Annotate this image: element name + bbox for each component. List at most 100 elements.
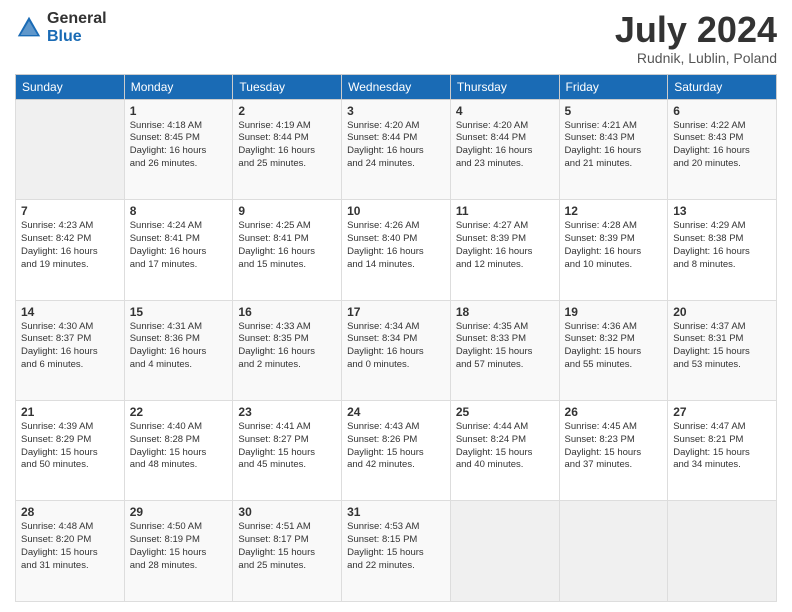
day-number: 16 [238, 305, 336, 319]
day-cell: 4 Sunrise: 4:20 AM Sunset: 8:44 PM Daylig… [450, 99, 559, 199]
day-number: 12 [565, 204, 663, 218]
day-number: 23 [238, 405, 336, 419]
day-cell: 13Sunrise: 4:29 AM Sunset: 8:38 PM Dayli… [668, 200, 777, 300]
day-cell: 26Sunrise: 4:45 AM Sunset: 8:23 PM Dayli… [559, 401, 668, 501]
day-info: Sunrise: 4:18 AM Sunset: 8:45 PM Dayligh… [130, 120, 228, 171]
day-cell: 29Sunrise: 4:50 AM Sunset: 8:19 PM Dayli… [124, 501, 233, 602]
col-header-wednesday: Wednesday [342, 74, 451, 99]
day-cell: 14 Sunrise: 4:30 AM Sunset: 8:37 PM Dayli… [16, 300, 125, 400]
day-info: Sunrise: 4:30 AM Sunset: 8:37 PM Dayligh… [21, 321, 119, 372]
day-info: Sunrise: 4:45 AM Sunset: 8:23 PM Dayligh… [565, 421, 663, 472]
day-number: 25 [456, 405, 554, 419]
day-cell: 17 Sunrise: 4:34 AM Sunset: 8:34 PM Dayli… [342, 300, 451, 400]
day-cell: 31 Sunrise: 4:53 AM Sunset: 8:15 PM Dayli… [342, 501, 451, 602]
col-header-friday: Friday [559, 74, 668, 99]
day-info: Sunrise: 4:33 AM Sunset: 8:35 PM Dayligh… [238, 321, 336, 372]
week-row-2: 7 Sunrise: 4:23 AM Sunset: 8:42 PM Daylig… [16, 200, 777, 300]
location: Rudnik, Lublin, Poland [615, 50, 777, 66]
day-cell: 16 Sunrise: 4:33 AM Sunset: 8:35 PM Dayli… [233, 300, 342, 400]
day-info: Sunrise: 4:51 AM Sunset: 8:17 PM Dayligh… [238, 521, 336, 572]
day-cell: 27 Sunrise: 4:47 AM Sunset: 8:21 PM Dayli… [668, 401, 777, 501]
day-cell: 2 Sunrise: 4:19 AM Sunset: 8:44 PM Daylig… [233, 99, 342, 199]
day-info: Sunrise: 4:50 AM Sunset: 8:19 PM Dayligh… [130, 521, 228, 572]
day-cell: 1 Sunrise: 4:18 AM Sunset: 8:45 PM Daylig… [124, 99, 233, 199]
day-info: Sunrise: 4:40 AM Sunset: 8:28 PM Dayligh… [130, 421, 228, 472]
day-cell [668, 501, 777, 602]
day-number: 15 [130, 305, 228, 319]
day-cell: 12 Sunrise: 4:28 AM Sunset: 8:39 PM Dayli… [559, 200, 668, 300]
week-row-1: 1 Sunrise: 4:18 AM Sunset: 8:45 PM Daylig… [16, 99, 777, 199]
day-number: 18 [456, 305, 554, 319]
day-number: 24 [347, 405, 445, 419]
day-number: 7 [21, 204, 119, 218]
day-cell [450, 501, 559, 602]
day-info: Sunrise: 4:37 AM Sunset: 8:31 PM Dayligh… [673, 321, 771, 372]
day-info: Sunrise: 4:41 AM Sunset: 8:27 PM Dayligh… [238, 421, 336, 472]
day-cell: 24 Sunrise: 4:43 AM Sunset: 8:26 PM Dayli… [342, 401, 451, 501]
month-title: July 2024 [615, 10, 777, 50]
day-number: 31 [347, 505, 445, 519]
col-header-thursday: Thursday [450, 74, 559, 99]
day-info: Sunrise: 4:36 AM Sunset: 8:32 PM Dayligh… [565, 321, 663, 372]
day-number: 1 [130, 104, 228, 118]
day-number: 20 [673, 305, 771, 319]
day-info: Sunrise: 4:35 AM Sunset: 8:33 PM Dayligh… [456, 321, 554, 372]
col-header-tuesday: Tuesday [233, 74, 342, 99]
day-info: Sunrise: 4:26 AM Sunset: 8:40 PM Dayligh… [347, 220, 445, 271]
day-info: Sunrise: 4:47 AM Sunset: 8:21 PM Dayligh… [673, 421, 771, 472]
day-number: 3 [347, 104, 445, 118]
day-info: Sunrise: 4:24 AM Sunset: 8:41 PM Dayligh… [130, 220, 228, 271]
day-info: Sunrise: 4:20 AM Sunset: 8:44 PM Dayligh… [456, 120, 554, 171]
day-cell: 11 Sunrise: 4:27 AM Sunset: 8:39 PM Dayli… [450, 200, 559, 300]
day-number: 2 [238, 104, 336, 118]
day-number: 14 [21, 305, 119, 319]
col-header-monday: Monday [124, 74, 233, 99]
day-info: Sunrise: 4:39 AM Sunset: 8:29 PM Dayligh… [21, 421, 119, 472]
page: General Blue July 2024 Rudnik, Lublin, P… [0, 0, 792, 612]
day-cell: 23 Sunrise: 4:41 AM Sunset: 8:27 PM Dayli… [233, 401, 342, 501]
day-cell [559, 501, 668, 602]
header-row: SundayMondayTuesdayWednesdayThursdayFrid… [16, 74, 777, 99]
day-info: Sunrise: 4:31 AM Sunset: 8:36 PM Dayligh… [130, 321, 228, 372]
col-header-saturday: Saturday [668, 74, 777, 99]
day-cell: 9 Sunrise: 4:25 AM Sunset: 8:41 PM Daylig… [233, 200, 342, 300]
logo-text: General Blue [47, 10, 107, 45]
day-info: Sunrise: 4:28 AM Sunset: 8:39 PM Dayligh… [565, 220, 663, 271]
day-info: Sunrise: 4:34 AM Sunset: 8:34 PM Dayligh… [347, 321, 445, 372]
day-cell: 18 Sunrise: 4:35 AM Sunset: 8:33 PM Dayli… [450, 300, 559, 400]
day-cell: 6 Sunrise: 4:22 AM Sunset: 8:43 PM Daylig… [668, 99, 777, 199]
day-info: Sunrise: 4:22 AM Sunset: 8:43 PM Dayligh… [673, 120, 771, 171]
calendar: SundayMondayTuesdayWednesdayThursdayFrid… [15, 74, 777, 602]
day-number: 19 [565, 305, 663, 319]
day-info: Sunrise: 4:27 AM Sunset: 8:39 PM Dayligh… [456, 220, 554, 271]
logo-icon [15, 14, 43, 42]
week-row-5: 28 Sunrise: 4:48 AM Sunset: 8:20 PM Dayli… [16, 501, 777, 602]
day-info: Sunrise: 4:29 AM Sunset: 8:38 PM Dayligh… [673, 220, 771, 271]
logo: General Blue [15, 10, 107, 45]
day-number: 9 [238, 204, 336, 218]
day-number: 10 [347, 204, 445, 218]
day-info: Sunrise: 4:43 AM Sunset: 8:26 PM Dayligh… [347, 421, 445, 472]
day-number: 27 [673, 405, 771, 419]
day-cell: 30 Sunrise: 4:51 AM Sunset: 8:17 PM Dayli… [233, 501, 342, 602]
day-cell: 19 Sunrise: 4:36 AM Sunset: 8:32 PM Dayli… [559, 300, 668, 400]
day-number: 17 [347, 305, 445, 319]
day-number: 21 [21, 405, 119, 419]
day-number: 11 [456, 204, 554, 218]
day-info: Sunrise: 4:53 AM Sunset: 8:15 PM Dayligh… [347, 521, 445, 572]
day-number: 28 [21, 505, 119, 519]
day-cell: 7 Sunrise: 4:23 AM Sunset: 8:42 PM Daylig… [16, 200, 125, 300]
day-info: Sunrise: 4:19 AM Sunset: 8:44 PM Dayligh… [238, 120, 336, 171]
day-info: Sunrise: 4:25 AM Sunset: 8:41 PM Dayligh… [238, 220, 336, 271]
day-number: 4 [456, 104, 554, 118]
day-cell: 28 Sunrise: 4:48 AM Sunset: 8:20 PM Dayli… [16, 501, 125, 602]
day-info: Sunrise: 4:21 AM Sunset: 8:43 PM Dayligh… [565, 120, 663, 171]
day-info: Sunrise: 4:48 AM Sunset: 8:20 PM Dayligh… [21, 521, 119, 572]
day-cell: 25Sunrise: 4:44 AM Sunset: 8:24 PM Dayli… [450, 401, 559, 501]
day-number: 6 [673, 104, 771, 118]
day-cell: 8Sunrise: 4:24 AM Sunset: 8:41 PM Daylig… [124, 200, 233, 300]
day-info: Sunrise: 4:23 AM Sunset: 8:42 PM Dayligh… [21, 220, 119, 271]
day-cell: 5Sunrise: 4:21 AM Sunset: 8:43 PM Daylig… [559, 99, 668, 199]
day-number: 22 [130, 405, 228, 419]
day-number: 30 [238, 505, 336, 519]
